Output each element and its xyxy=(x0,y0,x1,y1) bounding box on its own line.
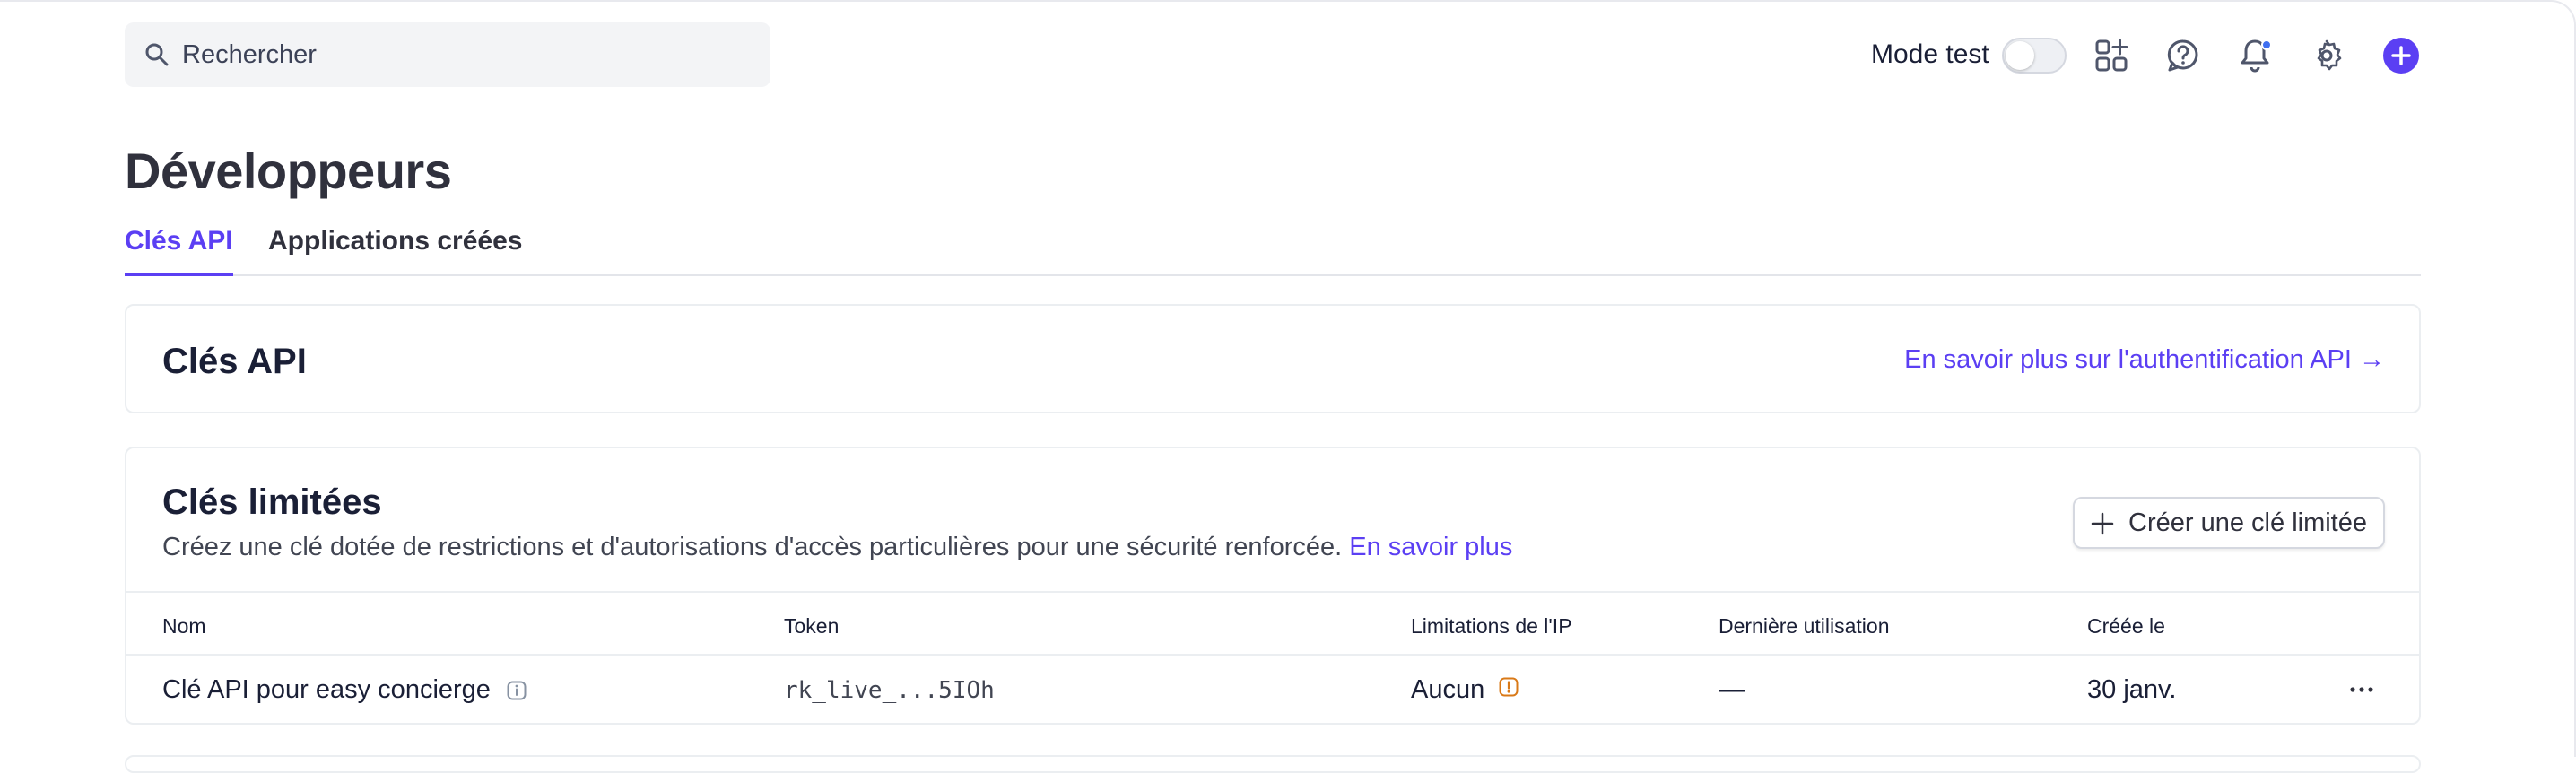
tab-created-applications[interactable]: Applications créées xyxy=(268,226,522,276)
page-title: Développeurs xyxy=(125,143,452,199)
tab-bar: Clés API Applications créées xyxy=(125,226,2421,276)
api-keys-title: Clés API xyxy=(162,342,307,381)
column-header-created[interactable]: Créée le xyxy=(2087,614,2165,638)
next-card-edge xyxy=(125,755,2421,773)
search-placeholder: Rechercher xyxy=(182,40,317,69)
tab-api-keys[interactable]: Clés API xyxy=(125,226,233,276)
last-used-value: — xyxy=(1719,675,1745,704)
more-actions-icon[interactable] xyxy=(2344,679,2380,700)
restricted-keys-description: Créez une clé dotée de restrictions et d… xyxy=(162,533,1512,562)
help-icon[interactable] xyxy=(2165,36,2201,75)
test-mode-label: Mode test xyxy=(1871,39,1989,69)
info-icon[interactable] xyxy=(507,681,527,700)
api-auth-learn-more-link[interactable]: En savoir plus sur l'authentification AP… xyxy=(1904,345,2385,375)
create-restricted-key-button[interactable]: Créer une clé limitée xyxy=(2073,497,2385,549)
notification-dot xyxy=(2261,39,2272,50)
created-date: 30 janv. xyxy=(2087,675,2177,704)
column-header-ip-limits[interactable]: Limitations de l'IP xyxy=(1411,614,1572,638)
column-header-name[interactable]: Nom xyxy=(162,614,206,638)
table-row[interactable]: Clé API pour easy concierge rk_live_...5… xyxy=(126,656,2419,724)
ip-limits-value: Aucun xyxy=(1411,675,1485,704)
api-keys-card: Clés API En savoir plus sur l'authentifi… xyxy=(125,304,2421,413)
search-icon xyxy=(145,43,169,66)
description-text: Créez une clé dotée de restrictions et d… xyxy=(162,533,1343,561)
test-mode-toggle[interactable] xyxy=(2002,38,2067,74)
key-token[interactable]: rk_live_...5IOh xyxy=(784,677,995,704)
create-button-label: Créer une clé limitée xyxy=(2128,508,2367,537)
learn-more-link[interactable]: En savoir plus xyxy=(1349,533,1512,561)
column-header-token[interactable]: Token xyxy=(784,614,839,638)
restricted-keys-title: Clés limitées xyxy=(162,482,382,522)
search-input[interactable]: Rechercher xyxy=(125,22,770,87)
plus-icon xyxy=(2091,512,2114,535)
gear-icon[interactable] xyxy=(2309,36,2345,75)
toggle-knob xyxy=(2006,41,2034,70)
create-new-button[interactable] xyxy=(2383,38,2419,74)
key-name[interactable]: Clé API pour easy concierge xyxy=(162,675,491,705)
apps-add-icon[interactable] xyxy=(2093,36,2129,75)
column-header-last-used[interactable]: Dernière utilisation xyxy=(1719,614,1889,638)
restricted-keys-card: Clés limitées Créez une clé dotée de res… xyxy=(125,447,2421,725)
table-header: Nom Token Limitations de l'IP Dernière u… xyxy=(126,591,2419,656)
warning-icon[interactable] xyxy=(1499,677,1519,697)
plus-icon xyxy=(2391,46,2411,65)
